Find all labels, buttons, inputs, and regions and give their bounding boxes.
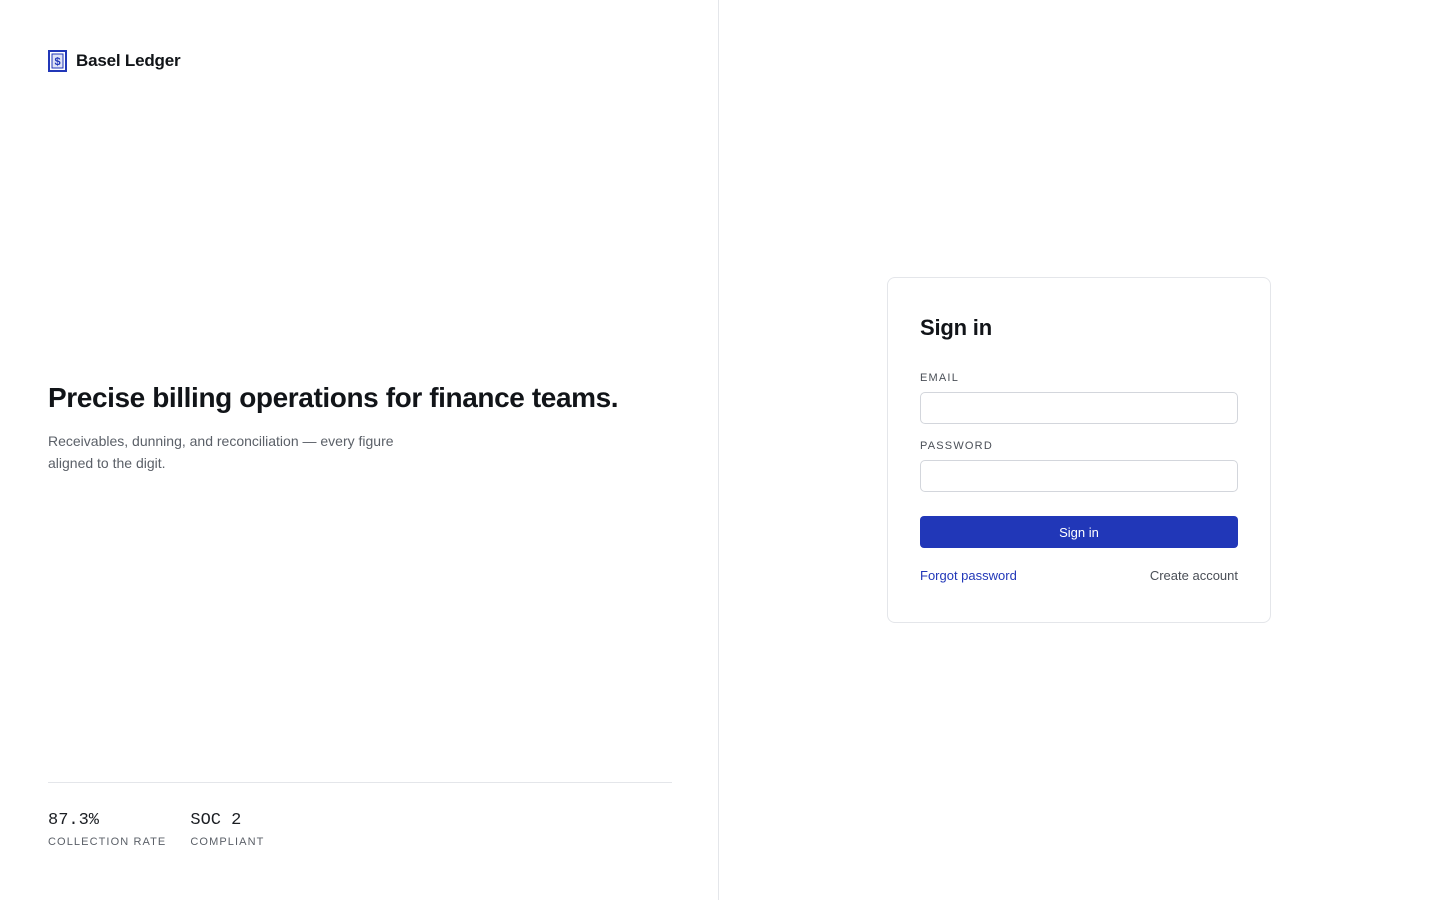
svg-text:$: $ — [54, 56, 60, 68]
forgot-password-link[interactable]: Forgot password — [920, 568, 1017, 583]
hero: Precise billing operations for finance t… — [48, 380, 688, 474]
brand-panel: $ Basel Ledger Precise billing operation… — [0, 0, 719, 900]
password-field[interactable] — [920, 460, 1238, 492]
login-page: $ Basel Ledger Precise billing operation… — [0, 0, 1440, 900]
create-account-link[interactable]: Create account — [1150, 568, 1238, 583]
stats-row: 87.3% COLLECTION RATE SOC 2 COMPLIANT — [48, 810, 264, 848]
stat-label: COLLECTION RATE — [48, 836, 167, 848]
sign-in-button[interactable]: Sign in — [920, 516, 1238, 548]
signin-card: Sign in EMAIL PASSWORD Sign in Forgot pa… — [887, 277, 1271, 623]
hero-headline: Precise billing operations for finance t… — [48, 382, 619, 413]
hero-subhead: Receivables, dunning, and reconciliation… — [48, 433, 394, 471]
receipt-dollar-icon: $ — [48, 50, 67, 72]
stats-divider — [48, 782, 672, 783]
stat-label: COMPLIANT — [190, 836, 265, 848]
stat-collection-rate: 87.3% COLLECTION RATE — [48, 810, 166, 848]
email-label: EMAIL — [920, 372, 960, 384]
stat-value: SOC 2 — [190, 811, 242, 830]
stat-value: 87.3% — [48, 811, 100, 830]
brand-name: Basel Ledger — [76, 51, 181, 70]
signin-title: Sign in — [920, 315, 992, 340]
card-links: Forgot password Create account — [920, 568, 1238, 583]
stat-compliance: SOC 2 COMPLIANT — [190, 810, 264, 848]
form-panel: Sign in EMAIL PASSWORD Sign in Forgot pa… — [719, 0, 1440, 900]
brand-header: $ Basel Ledger — [48, 50, 181, 72]
password-label: PASSWORD — [920, 440, 993, 452]
email-field[interactable] — [920, 392, 1238, 424]
